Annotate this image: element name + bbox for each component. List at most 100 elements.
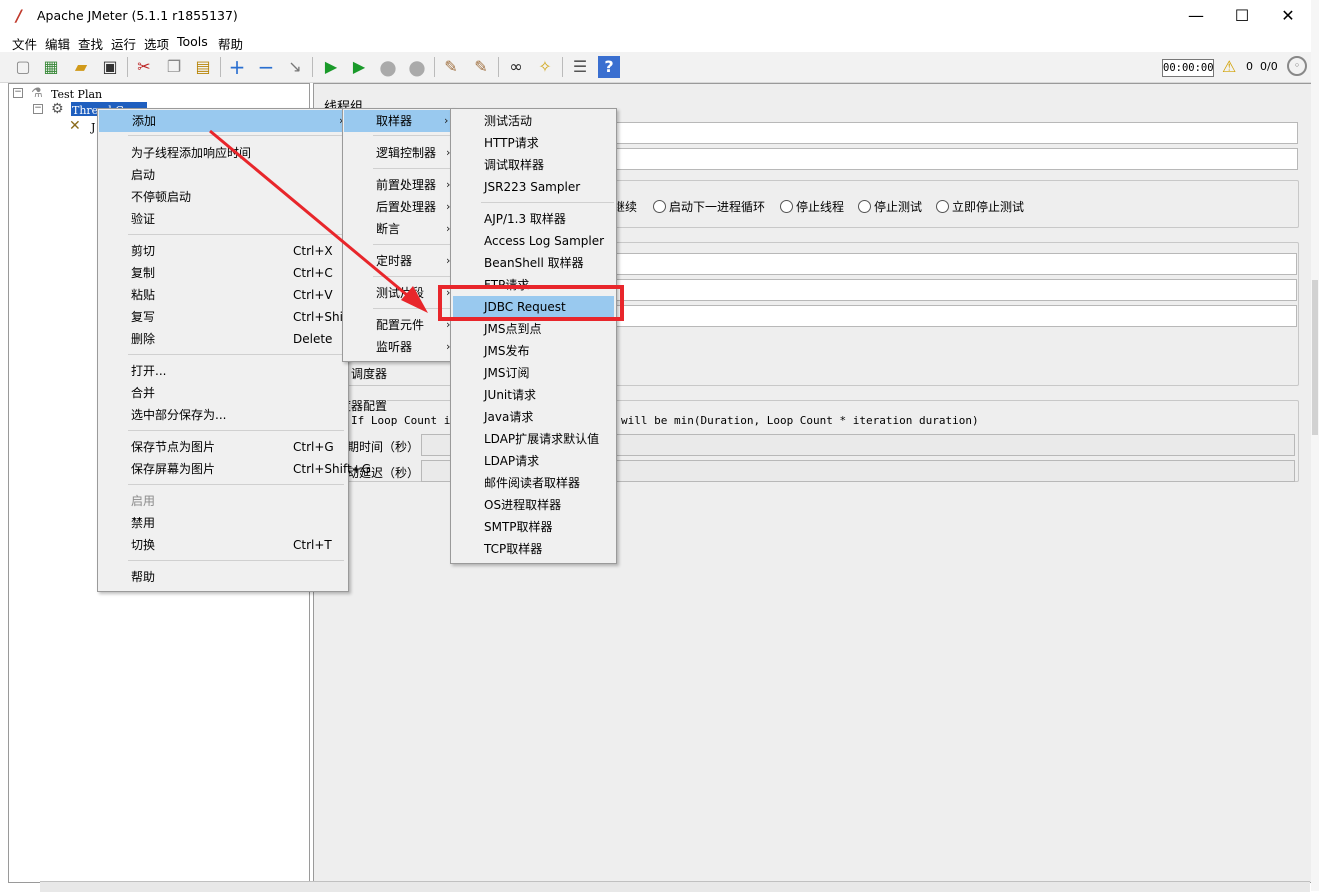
radio-stop-test[interactable]: 停止测试	[858, 198, 922, 215]
sampler-item-http-request[interactable]: HTTP请求	[484, 132, 614, 154]
submenu-item-pre-processor[interactable]: 前置处理器 ›	[376, 174, 451, 196]
start-icon[interactable]: ▶	[320, 56, 342, 78]
function-helper-icon[interactable]: ☰	[569, 56, 591, 78]
minimize-button[interactable]: —	[1176, 4, 1216, 28]
toolbar-separator	[434, 57, 435, 77]
menu-item-validate[interactable]: 验证	[131, 208, 346, 230]
tree-node-child[interactable]: J	[91, 121, 95, 134]
scrollbar-thumb[interactable]	[1312, 280, 1318, 435]
sampler-item-tcp[interactable]: TCP取样器	[484, 538, 614, 560]
sampler-item-ldap-extended[interactable]: LDAP扩展请求默认值	[484, 428, 614, 450]
templates-icon[interactable]: ▦	[40, 56, 62, 78]
menu-run[interactable]: 运行	[111, 34, 136, 53]
menu-search[interactable]: 查找	[78, 34, 103, 53]
menu-edit[interactable]: 编辑	[45, 34, 70, 53]
menu-item-save-screen-image[interactable]: 保存屏幕为图片 Ctrl+Shift+G	[131, 458, 371, 480]
sampler-item-jsr223[interactable]: JSR223 Sampler	[484, 176, 614, 198]
sampler-item-jms-subscriber[interactable]: JMS订阅	[484, 362, 614, 384]
close-button[interactable]: ✕	[1268, 4, 1308, 28]
menu-help[interactable]: 帮助	[218, 34, 243, 53]
submenu-item-listener[interactable]: 监听器 ›	[376, 336, 451, 358]
elapsed-timer: 00:00:00	[1162, 59, 1214, 77]
menu-item-disable[interactable]: 禁用	[131, 512, 346, 534]
radio-start-next-loop[interactable]: 启动下一进程循环	[653, 198, 765, 215]
menu-item-save-selection-as[interactable]: 选中部分保存为...	[131, 404, 346, 426]
loop-count-field[interactable]	[613, 305, 1297, 327]
menu-item-add[interactable]: 添加 ›	[99, 110, 347, 132]
radio-button[interactable]	[936, 200, 949, 213]
sampler-item-test-action[interactable]: 测试活动	[484, 110, 614, 132]
scrollbar[interactable]	[1311, 0, 1319, 891]
tree-node-test-plan[interactable]: Test Plan	[51, 88, 102, 101]
clear-all-icon[interactable]: ✎	[470, 56, 492, 78]
menu-item-delete[interactable]: 删除 Delete	[131, 328, 346, 350]
stop-icon[interactable]: ●	[377, 56, 399, 78]
radio-stop-thread[interactable]: 停止线程	[780, 198, 844, 215]
toolbar-separator	[312, 57, 313, 77]
radio-button[interactable]	[858, 200, 871, 213]
clear-icon[interactable]: ✎	[440, 56, 462, 78]
paste-icon[interactable]: ▤	[192, 56, 214, 78]
menu-tools[interactable]: Tools	[177, 34, 208, 49]
menu-item-add-response-time[interactable]: 为子线程添加响应时间	[131, 142, 346, 164]
scheduler-checkbox-label[interactable]: 调度器	[351, 365, 387, 382]
sampler-item-os-process[interactable]: OS进程取样器	[484, 494, 614, 516]
radio-button[interactable]	[780, 200, 793, 213]
shutdown-icon[interactable]: ●	[406, 56, 428, 78]
copy-icon[interactable]: ❐	[163, 56, 185, 78]
menu-item-help[interactable]: 帮助	[131, 566, 346, 588]
submenu-item-post-processor[interactable]: 后置处理器 ›	[376, 196, 451, 218]
save-icon[interactable]: ▣	[99, 56, 121, 78]
sampler-item-ajp[interactable]: AJP/1.3 取样器	[484, 208, 614, 230]
submenu-item-timer[interactable]: 定时器 ›	[376, 250, 451, 272]
sampler-item-java[interactable]: Java请求	[484, 406, 614, 428]
maximize-button[interactable]: ☐	[1222, 4, 1262, 28]
menu-item-save-node-image[interactable]: 保存节点为图片 Ctrl+G	[131, 436, 346, 458]
menu-item-start-no-pause[interactable]: 不停顿启动	[131, 186, 346, 208]
menu-item-open[interactable]: 打开...	[131, 360, 346, 382]
radio-button[interactable]	[653, 200, 666, 213]
menu-item-paste[interactable]: 粘贴 Ctrl+V	[131, 284, 346, 306]
sampler-item-access-log[interactable]: Access Log Sampler	[484, 230, 614, 252]
radio-stop-test-now[interactable]: 立即停止测试	[936, 198, 1024, 215]
open-icon[interactable]: ▰	[70, 56, 92, 78]
menu-item-copy[interactable]: 复制 Ctrl+C	[131, 262, 346, 284]
bottom-scrollbar[interactable]	[40, 881, 1310, 892]
menu-item-duplicate[interactable]: 复写 Ctrl+Shift+C	[131, 306, 370, 328]
expand-icon[interactable]: +	[226, 56, 248, 78]
submenu-item-assertion[interactable]: 断言 ›	[376, 218, 451, 240]
duration-label: 期时间（秒）	[347, 440, 420, 454]
menu-separator	[481, 202, 614, 203]
menu-item-cut[interactable]: 剪切 Ctrl+X	[131, 240, 346, 262]
reset-search-broom-icon[interactable]: ✧	[534, 56, 556, 78]
tree-collapse-toggle[interactable]: −	[13, 88, 23, 98]
sampler-submenu: 测试活动 HTTP请求 调试取样器 JSR223 Sampler AJP/1.3…	[450, 108, 617, 564]
menu-item-toggle[interactable]: 切换 Ctrl+T	[131, 534, 346, 556]
sampler-item-jms-publisher[interactable]: JMS发布	[484, 340, 614, 362]
warning-icon[interactable]: ⚠	[1222, 57, 1236, 76]
menu-file[interactable]: 文件	[12, 34, 37, 53]
cut-icon[interactable]: ✂	[133, 56, 155, 78]
help-icon[interactable]: ?	[598, 56, 620, 78]
toggle-icon[interactable]: ↘	[284, 56, 306, 78]
ramp-up-field[interactable]	[613, 279, 1297, 301]
menu-options[interactable]: 选项	[144, 34, 169, 53]
tree-collapse-toggle[interactable]: −	[33, 104, 43, 114]
menu-item-merge[interactable]: 合并	[131, 382, 346, 404]
start-no-pause-icon[interactable]: ▶	[348, 56, 370, 78]
threads-field[interactable]	[613, 253, 1297, 275]
sampler-item-ldap[interactable]: LDAP请求	[484, 450, 614, 472]
sampler-item-junit[interactable]: JUnit请求	[484, 384, 614, 406]
sampler-item-smtp[interactable]: SMTP取样器	[484, 516, 614, 538]
toolbar-separator	[127, 57, 128, 77]
sampler-item-beanshell[interactable]: BeanShell 取样器	[484, 252, 614, 274]
submenu-item-logic-controller[interactable]: 逻辑控制器 ›	[376, 142, 451, 164]
sampler-item-mail-reader[interactable]: 邮件阅读者取样器	[484, 472, 614, 494]
submenu-item-sampler[interactable]: 取样器 ›	[344, 110, 452, 132]
new-icon[interactable]: ▢	[12, 56, 34, 78]
sampler-item-debug-sampler[interactable]: 调试取样器	[484, 154, 614, 176]
menu-item-start[interactable]: 启动	[131, 164, 346, 186]
search-binoculars-icon[interactable]: ∞	[505, 56, 527, 78]
sampler-item-jms-p2p[interactable]: JMS点到点	[484, 318, 614, 340]
collapse-icon[interactable]: −	[255, 56, 277, 78]
